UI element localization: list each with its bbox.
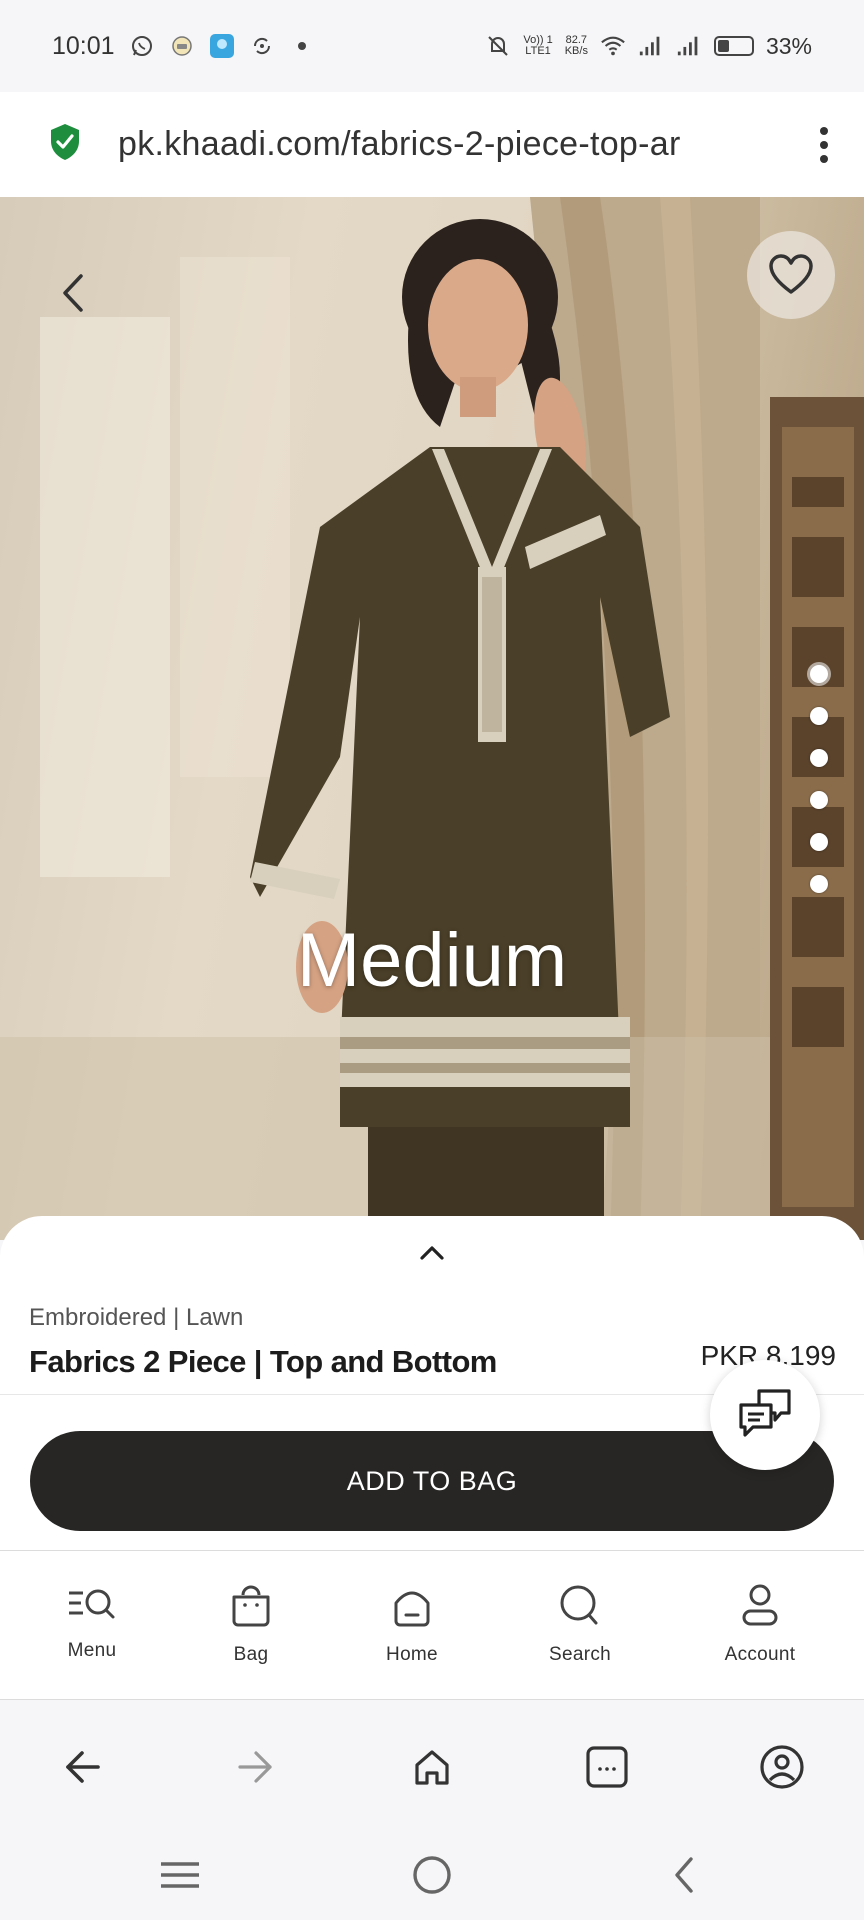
carousel-dot[interactable] [810, 833, 828, 851]
silent-bell-icon [485, 33, 511, 59]
size-overlay-label: Medium [296, 918, 568, 1003]
sync-icon [249, 33, 275, 59]
nav-label-bag: Bag [233, 1644, 269, 1665]
product-info-sheet[interactable]: Embroidered | Lawn Fabrics 2 Piece | Top… [0, 1216, 864, 1394]
system-home-icon[interactable] [407, 1850, 457, 1900]
product-title: Fabrics 2 Piece | Top and Bottom [29, 1344, 497, 1379]
product-category: Embroidered | Lawn [29, 1304, 244, 1331]
status-bar: 10:01 Vo)) 1 LTE1 82.7 KB/s 33% [0, 0, 864, 92]
add-to-bag-button[interactable]: ADD TO BAG [30, 1431, 834, 1531]
carousel-dot[interactable] [810, 749, 828, 767]
nav-label-home: Home [386, 1644, 438, 1665]
browser-forward-arrow-icon[interactable] [231, 1742, 281, 1792]
app-bottom-nav: Menu Bag Home Search Account [0, 1550, 864, 1700]
browser-menu-icon[interactable] [814, 126, 834, 163]
maps-app-icon [209, 33, 235, 59]
back-arrow-icon[interactable] [52, 269, 92, 317]
chat-button[interactable] [710, 1360, 820, 1470]
nav-item-bag[interactable]: Bag [181, 1583, 321, 1666]
chevron-up-icon[interactable] [414, 1242, 450, 1264]
signal-1-icon [638, 33, 664, 59]
notification-app-icon [169, 33, 195, 59]
volte-indicator: Vo)) 1 LTE1 [523, 35, 552, 57]
url-text[interactable]: pk.khaadi.com/fabrics-2-piece-top-ar [118, 125, 738, 164]
nav-item-account[interactable]: Account [690, 1583, 830, 1666]
carousel-dot[interactable] [810, 791, 828, 809]
carousel-dot[interactable] [810, 665, 828, 683]
nav-item-search[interactable]: Search [510, 1583, 650, 1666]
chat-bubbles-icon [737, 1387, 793, 1444]
nav-item-home[interactable]: Home [342, 1583, 482, 1666]
carousel-pagination[interactable] [810, 665, 828, 893]
browser-tabs-icon[interactable] [582, 1742, 632, 1792]
system-navigation-bar [0, 1830, 864, 1920]
network-speed-unit: KB/s [564, 45, 588, 57]
whatsapp-icon [129, 33, 155, 59]
recent-apps-icon[interactable] [155, 1850, 205, 1900]
nav-label-account: Account [724, 1644, 796, 1665]
network-speed: 82.7 KB/s [565, 35, 588, 57]
browser-back-arrow-icon[interactable] [57, 1742, 107, 1792]
battery-percent: 33% [765, 32, 812, 59]
nav-item-menu[interactable]: Menu [22, 1583, 162, 1662]
wifi-icon [600, 33, 626, 59]
product-photo-illustration [0, 197, 864, 1240]
volte-bottom-text: LTE1 [525, 45, 551, 57]
bag-icon [227, 1583, 275, 1632]
system-back-icon[interactable] [658, 1850, 708, 1900]
nav-label-search: Search [548, 1644, 611, 1665]
battery-fill [717, 40, 729, 52]
carousel-dot[interactable] [810, 707, 828, 725]
menu-search-icon [65, 1583, 119, 1628]
search-icon [556, 1583, 604, 1632]
more-notifications-dot-icon [289, 33, 315, 59]
account-icon [736, 1583, 784, 1632]
browser-home-icon[interactable] [407, 1742, 457, 1792]
status-time: 10:01 [52, 31, 115, 60]
nav-label-menu: Menu [67, 1640, 117, 1661]
browser-url-bar[interactable]: pk.khaadi.com/fabrics-2-piece-top-ar [0, 92, 864, 197]
browser-toolbar [0, 1700, 864, 1830]
signal-2-icon [676, 33, 702, 59]
secure-shield-icon[interactable] [48, 122, 82, 167]
battery-icon [713, 36, 754, 56]
browser-profile-icon[interactable] [757, 1742, 807, 1792]
carousel-dot[interactable] [810, 875, 828, 893]
home-icon [388, 1583, 436, 1632]
product-image[interactable]: Medium [0, 197, 864, 1240]
wishlist-heart-icon[interactable] [747, 231, 835, 319]
